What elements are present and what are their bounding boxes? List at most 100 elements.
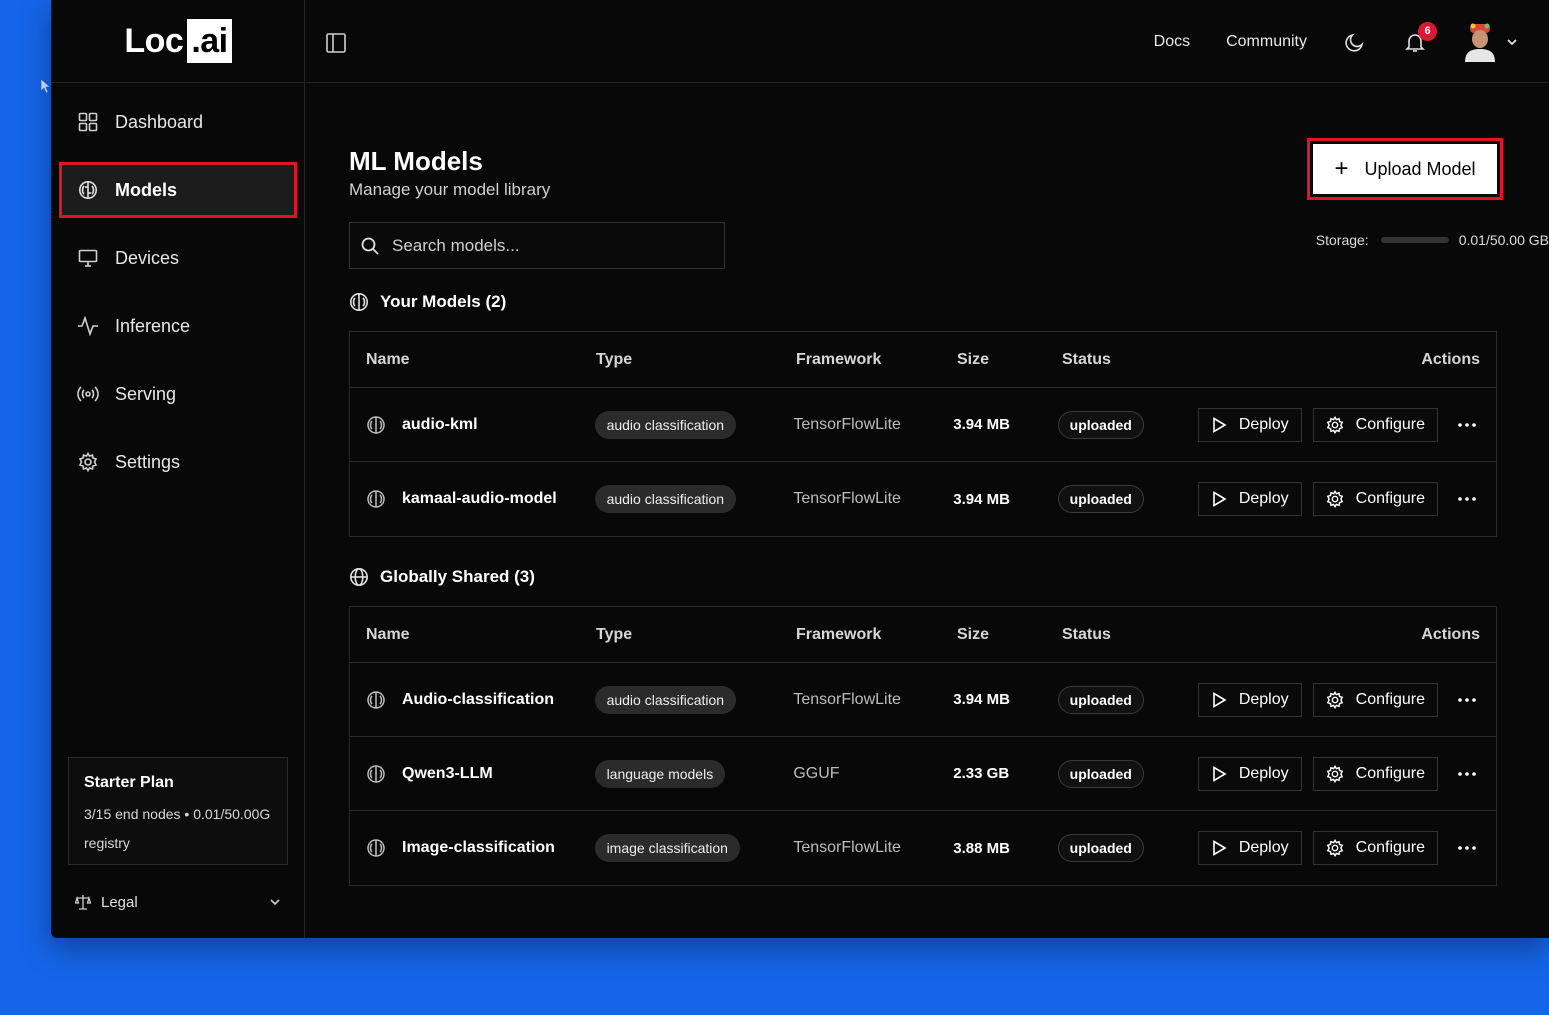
model-name-cell: Qwen3-LLM <box>350 764 595 784</box>
model-type-cell: audio classification <box>594 485 794 513</box>
type-badge: image classification <box>594 834 740 862</box>
status-badge: uploaded <box>1057 410 1144 439</box>
brain-icon <box>367 690 385 709</box>
model-framework: TensorFlowLite <box>793 490 901 507</box>
logo[interactable]: Loc .ai <box>124 19 232 63</box>
sidebar-item-devices[interactable]: Devices <box>59 230 297 286</box>
deploy-button[interactable]: Deploy <box>1197 482 1302 516</box>
section-title: Your Models (2) <box>380 292 507 311</box>
model-framework: TensorFlowLite <box>793 415 901 433</box>
your-models-table: Name Type Framework Size Status Actions … <box>349 331 1497 537</box>
deploy-button[interactable]: Deploy <box>1197 682 1302 717</box>
model-name[interactable]: Qwen3-LLM <box>402 765 493 783</box>
sidebar: Loc .ai Dashboard Models Devices Inferen… <box>51 0 305 938</box>
model-size: 2.33 GB <box>953 765 1010 782</box>
logo-text: Loc <box>124 21 184 60</box>
avatar[interactable] <box>1463 22 1497 62</box>
configure-button[interactable]: Configure <box>1312 682 1439 717</box>
model-name-cell: kamaal-audio-model <box>350 489 595 509</box>
search-input[interactable] <box>392 235 712 256</box>
page-title: ML Models <box>349 146 483 176</box>
gear-icon <box>1326 490 1343 508</box>
shared-models-table: Name Type Framework Size Status Actions … <box>349 606 1497 886</box>
model-name[interactable]: audio-kml <box>402 416 478 434</box>
search-box[interactable] <box>349 222 725 269</box>
play-icon <box>1213 491 1227 507</box>
column-header-status: Status <box>1062 625 1111 643</box>
moon-icon <box>1345 33 1364 52</box>
upload-model-button[interactable]: + Upload Model <box>1313 144 1497 194</box>
legal-menu[interactable]: Legal <box>75 886 281 918</box>
brain-icon <box>367 839 385 857</box>
sidebar-item-serving[interactable]: Serving <box>59 366 297 422</box>
plan-card: Starter Plan 3/15 end nodes • 0.01/50.00… <box>68 757 288 865</box>
deploy-button[interactable]: Deploy <box>1197 831 1302 865</box>
model-type-cell: language models <box>594 759 794 788</box>
sidebar-item-models[interactable]: Models <box>59 162 297 218</box>
chevron-down-icon[interactable] <box>1505 35 1519 49</box>
configure-label: Configure <box>1355 764 1426 782</box>
sidebar-item-inference[interactable]: Inference <box>59 298 297 354</box>
model-name[interactable]: Image-classification <box>402 839 555 857</box>
model-name-cell: audio-kml <box>350 415 595 435</box>
more-options-icon[interactable] <box>1454 486 1480 512</box>
column-header-size: Size <box>957 350 990 368</box>
gear-icon <box>1326 415 1343 434</box>
model-framework: TensorFlowLite <box>793 690 901 708</box>
sidebar-nav: Dashboard Models Devices Inference Servi… <box>59 94 297 502</box>
configure-button[interactable]: Configure <box>1312 407 1439 442</box>
type-badge: audio classification <box>594 410 737 439</box>
model-actions: Deploy Configure <box>1187 831 1496 865</box>
model-status-cell: uploaded <box>1057 834 1187 862</box>
table-row: kamaal-audio-model audio classification … <box>350 462 1496 536</box>
model-size: 3.94 MB <box>953 490 1010 508</box>
storage-indicator: Storage: 0.01/50.00 GB <box>1249 232 1549 248</box>
more-options-icon[interactable] <box>1454 412 1480 438</box>
docs-link[interactable]: Docs <box>1154 33 1190 51</box>
model-type-cell: audio classification <box>594 410 794 439</box>
configure-label: Configure <box>1355 415 1426 433</box>
section-title: Globally Shared (3) <box>380 567 535 586</box>
upload-model-label: Upload Model <box>1364 158 1476 179</box>
model-name[interactable]: kamaal-audio-model <box>402 490 557 508</box>
model-status-cell: uploaded <box>1057 485 1187 513</box>
broadcast-icon <box>77 383 99 405</box>
plan-usage-line2: registry <box>84 835 130 851</box>
more-options-icon[interactable] <box>1454 835 1480 861</box>
community-link[interactable]: Community <box>1226 33 1307 51</box>
scale-icon <box>75 895 91 910</box>
table-row: audio-kml audio classification TensorFlo… <box>350 388 1496 462</box>
deploy-button[interactable]: Deploy <box>1197 407 1302 442</box>
storage-value: 0.01/50.00 GB <box>1458 232 1549 248</box>
configure-label: Configure <box>1355 690 1426 708</box>
sidebar-item-label: Dashboard <box>115 111 204 132</box>
sidebar-toggle-icon[interactable] <box>325 32 347 54</box>
sidebar-item-dashboard[interactable]: Dashboard <box>59 94 297 150</box>
type-badge: audio classification <box>594 485 737 513</box>
column-header-framework: Framework <box>796 350 882 368</box>
model-framework: GGUF <box>793 764 840 782</box>
your-models-heading: Your Models (2) <box>349 292 506 312</box>
deploy-label: Deploy <box>1238 764 1289 782</box>
model-size: 3.94 MB <box>953 691 1010 708</box>
theme-toggle[interactable] <box>1343 30 1367 54</box>
configure-button[interactable]: Configure <box>1312 831 1439 865</box>
chevron-down-icon <box>270 899 280 906</box>
model-status-cell: uploaded <box>1057 410 1187 439</box>
type-badge: language models <box>594 759 726 788</box>
configure-button[interactable]: Configure <box>1312 482 1439 516</box>
notifications-button[interactable]: 6 <box>1403 21 1437 54</box>
model-actions: Deploy Configure <box>1187 407 1496 442</box>
table-row: Audio-classification audio classificatio… <box>350 663 1496 737</box>
more-options-icon[interactable] <box>1454 761 1480 787</box>
gear-icon <box>1326 839 1343 857</box>
configure-button[interactable]: Configure <box>1312 756 1439 791</box>
main-content: ML Models Manage your model library + Up… <box>305 84 1549 938</box>
plan-title: Starter Plan <box>84 774 174 791</box>
configure-label: Configure <box>1355 490 1426 507</box>
sidebar-item-settings[interactable]: Settings <box>59 434 297 490</box>
more-options-icon[interactable] <box>1454 687 1480 713</box>
deploy-button[interactable]: Deploy <box>1197 756 1302 791</box>
model-name[interactable]: Audio-classification <box>402 691 554 709</box>
type-badge: audio classification <box>594 685 737 714</box>
